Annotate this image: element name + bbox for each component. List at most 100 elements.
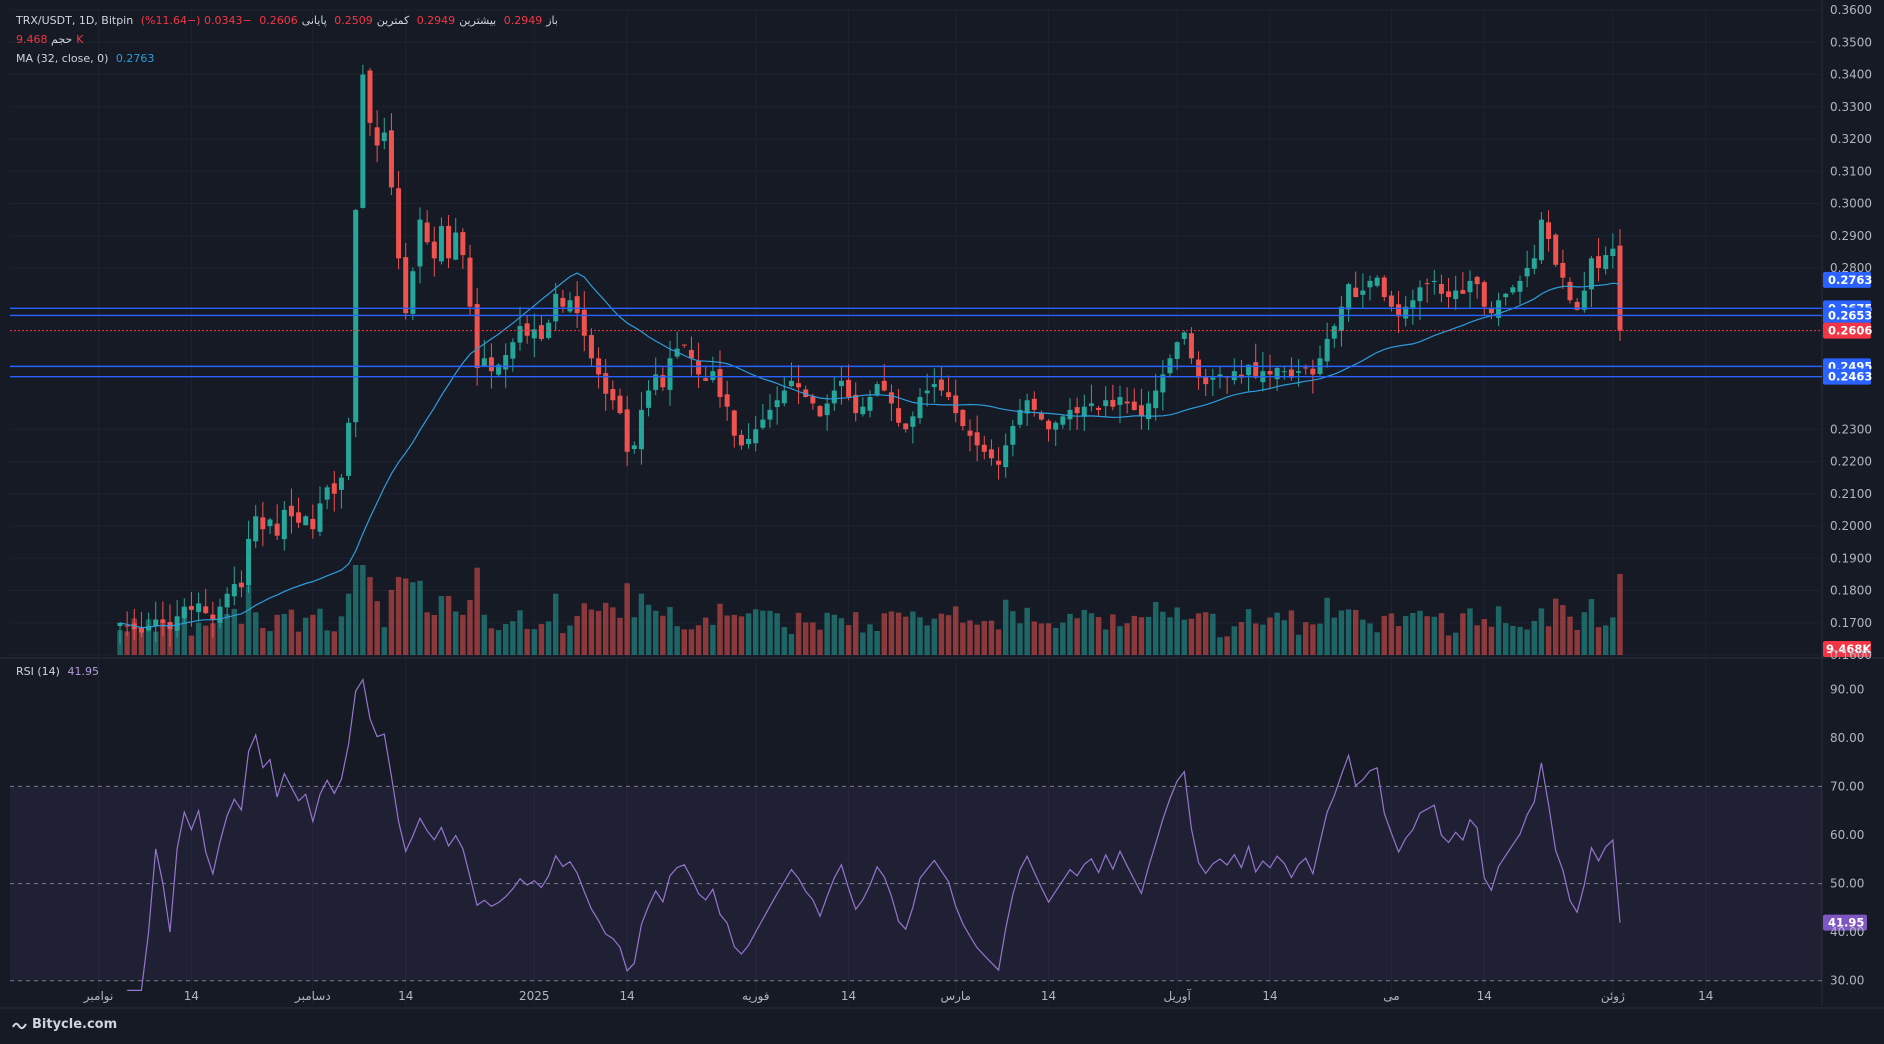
volume-bar	[724, 615, 730, 655]
volume-bar	[624, 583, 630, 655]
volume-bar	[960, 622, 966, 655]
volume-bar	[1088, 613, 1095, 655]
volume-bar	[1367, 623, 1373, 655]
candle-body	[553, 293, 559, 322]
volume-bar	[1581, 612, 1587, 655]
high-label: بیشترین	[459, 14, 497, 27]
candle-body	[396, 188, 402, 259]
volume-bar	[774, 613, 780, 655]
volume-bar	[510, 621, 516, 655]
price-tick-label: 0.1600	[1830, 648, 1872, 662]
volume-bar	[203, 625, 209, 655]
volume-bar	[1195, 613, 1202, 655]
candle-body	[1388, 295, 1394, 307]
candle-body	[1210, 377, 1216, 380]
volume-bar	[967, 620, 973, 655]
chart-canvas[interactable]: 0.27630.26750.26530.26060.24950.24639.46…	[0, 0, 1884, 1044]
candle-body	[860, 406, 866, 415]
volume-bar	[424, 612, 430, 655]
candle-body	[474, 304, 480, 368]
candle-body	[1446, 291, 1452, 298]
candle-body	[610, 389, 616, 401]
candle-body	[1103, 400, 1109, 407]
candle-body	[567, 300, 573, 312]
volume-bar	[1210, 613, 1216, 655]
rsi-value: 41.95	[67, 665, 99, 678]
candle-body	[1110, 399, 1116, 407]
volume-bar	[1538, 608, 1545, 655]
candle-body	[974, 432, 980, 446]
volume-bar	[717, 603, 723, 655]
volume-bar	[1567, 616, 1573, 655]
candle-body	[153, 619, 159, 627]
volume-bar	[1453, 632, 1459, 655]
candle-body	[1217, 374, 1223, 377]
volume-bar	[1388, 613, 1395, 655]
volume-bar	[445, 595, 452, 655]
volume-bar	[303, 617, 309, 655]
time-tick-label: 14	[841, 989, 856, 1003]
volume-bar	[953, 606, 959, 655]
volume-bar	[988, 620, 995, 655]
volume-bar	[453, 611, 459, 655]
volume-bar	[1545, 626, 1552, 655]
volume-bar	[353, 565, 359, 655]
volume-bar	[753, 609, 759, 655]
volume-bar	[1610, 617, 1616, 655]
volume-bar	[660, 615, 666, 655]
ma-legend: MA (32, close, 0) 0.2763	[16, 52, 158, 65]
candle-body	[1124, 401, 1130, 404]
time-tick-label: ژوئن	[1601, 989, 1625, 1004]
candle-body	[667, 358, 673, 390]
volume-bar	[1560, 605, 1566, 655]
candle-body	[467, 257, 473, 307]
volume-bar	[917, 617, 923, 655]
candle-body	[431, 241, 437, 259]
level-badge-label: 0.2606	[1828, 324, 1872, 338]
candle-body	[317, 503, 323, 532]
volume-bar	[1224, 636, 1230, 655]
volume-bar	[1253, 623, 1259, 655]
volume-bar	[1410, 612, 1416, 655]
symbol-label: TRX/USDT, 1D, Bitpin	[16, 14, 134, 27]
volume-bar	[1024, 607, 1030, 655]
candle-body	[917, 397, 923, 419]
candle-body	[303, 516, 309, 526]
volume-bar	[1138, 617, 1145, 655]
volume-bar	[1303, 622, 1309, 655]
volume-bar	[738, 616, 745, 655]
volume-bar	[1524, 629, 1530, 655]
candle-body	[224, 593, 230, 608]
low-label: کمترین	[376, 14, 410, 27]
candle-body	[188, 606, 194, 610]
candle-body	[267, 519, 273, 527]
change-value: −0.0343 (−11.64%)	[140, 14, 252, 27]
level-badge-label: 0.2653	[1828, 308, 1872, 322]
candle-body	[538, 325, 544, 339]
price-tick-label: 0.2900	[1830, 229, 1872, 243]
candle-body	[960, 409, 966, 427]
volume-bar	[1267, 617, 1273, 655]
volume-bar	[488, 628, 495, 655]
volume-bar	[403, 578, 409, 655]
volume-bar	[1160, 611, 1166, 655]
candle-body	[953, 395, 959, 414]
price-tick-label: 0.1800	[1830, 584, 1872, 598]
volume-bar	[460, 614, 466, 655]
volume-bar	[1424, 616, 1430, 655]
volume-bar	[1245, 609, 1252, 655]
time-tick-label: 14	[398, 989, 413, 1003]
candle-body	[1367, 280, 1373, 288]
brand[interactable]: Bitycle.com	[12, 1017, 117, 1032]
candle-body	[1074, 407, 1080, 414]
candle-body	[1046, 420, 1052, 430]
candle-body	[1138, 405, 1144, 417]
candle-body	[560, 297, 566, 307]
candle-body	[1453, 290, 1459, 299]
volume-bar	[545, 621, 552, 655]
ma-value: 0.2763	[115, 52, 155, 65]
time-tick-label: 2025	[519, 989, 550, 1003]
candle-body	[846, 379, 852, 397]
volume-bar	[317, 608, 323, 655]
candle-body	[1374, 277, 1380, 286]
